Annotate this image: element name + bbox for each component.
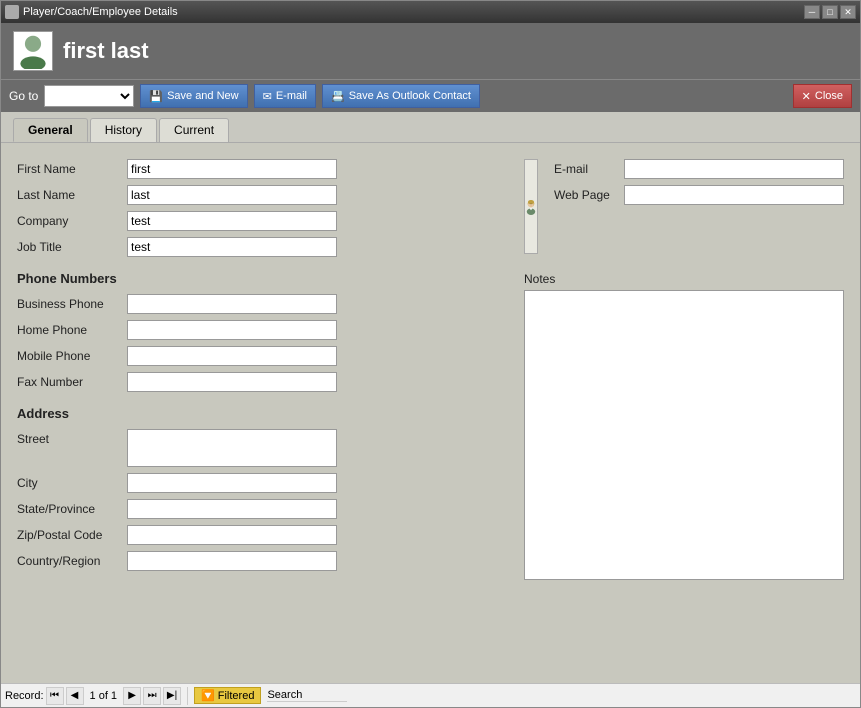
save-new-button[interactable]: 💾 Save and New xyxy=(140,84,247,108)
title-bar: Player/Coach/Employee Details ─ □ ✕ xyxy=(1,1,860,23)
close-label: Close xyxy=(815,90,843,102)
street-input[interactable] xyxy=(127,429,337,467)
notes-label: Notes xyxy=(524,272,844,286)
new-record-button[interactable]: ▶| xyxy=(163,687,181,705)
filtered-button[interactable]: 🔽 Filtered xyxy=(194,687,261,704)
status-bar: Record: ⏮ ◀ 1 of 1 ▶ ⏭ ▶| 🔽 Filtered xyxy=(1,683,860,707)
save-new-icon: 💾 xyxy=(149,90,163,103)
mobile-phone-input[interactable] xyxy=(127,346,337,366)
close-button[interactable]: ✕ Close xyxy=(793,84,852,108)
address-section-title: Address xyxy=(17,406,504,421)
last-name-row: Last Name xyxy=(17,185,504,205)
first-record-button[interactable]: ⏮ xyxy=(46,687,64,705)
outlook-icon: 📇 xyxy=(331,90,345,103)
search-input[interactable] xyxy=(267,689,347,702)
close-window-button[interactable]: ✕ xyxy=(840,5,856,19)
city-label: City xyxy=(17,476,127,490)
record-navigation: Record: ⏮ ◀ 1 of 1 ▶ ⏭ ▶| xyxy=(5,687,188,705)
email-input[interactable] xyxy=(624,159,844,179)
business-phone-row: Business Phone xyxy=(17,294,504,314)
header: first last xyxy=(1,23,860,79)
page-title: first last xyxy=(63,38,149,64)
business-phone-input[interactable] xyxy=(127,294,337,314)
street-label: Street xyxy=(17,429,127,446)
filter-icon: 🔽 xyxy=(201,689,215,702)
right-fields: E-mail Web Page xyxy=(554,159,844,252)
email-label: E-mail xyxy=(276,90,307,102)
goto-select[interactable] xyxy=(44,85,134,107)
notes-textarea[interactable] xyxy=(524,290,844,580)
form-right: E-mail Web Page Notes xyxy=(524,159,844,583)
tab-history[interactable]: History xyxy=(90,118,157,142)
state-input[interactable] xyxy=(127,499,337,519)
last-name-label: Last Name xyxy=(17,188,127,202)
email-row: E-mail xyxy=(554,159,844,179)
home-phone-row: Home Phone xyxy=(17,320,504,340)
country-label: Country/Region xyxy=(17,554,127,568)
prev-record-button[interactable]: ◀ xyxy=(66,687,84,705)
country-row: Country/Region xyxy=(17,551,504,571)
last-name-input[interactable] xyxy=(127,185,337,205)
email-icon: ✉ xyxy=(263,90,272,103)
company-row: Company xyxy=(17,211,504,231)
zip-label: Zip/Postal Code xyxy=(17,528,127,542)
record-label: Record: xyxy=(5,690,44,702)
mobile-phone-label: Mobile Phone xyxy=(17,349,127,363)
zip-input[interactable] xyxy=(127,525,337,545)
first-name-row: First Name xyxy=(17,159,504,179)
webpage-label: Web Page xyxy=(554,188,624,202)
city-row: City xyxy=(17,473,504,493)
state-label: State/Province xyxy=(17,502,127,516)
record-info: 1 of 1 xyxy=(86,690,122,702)
maximize-button[interactable]: □ xyxy=(822,5,838,19)
toolbar: Go to 💾 Save and New ✉ E-mail 📇 Save As … xyxy=(1,79,860,112)
fax-number-input[interactable] xyxy=(127,372,337,392)
job-title-row: Job Title xyxy=(17,237,504,257)
company-label: Company xyxy=(17,214,127,228)
job-title-input[interactable] xyxy=(127,237,337,257)
tab-general[interactable]: General xyxy=(13,118,88,142)
photo-box xyxy=(524,159,538,254)
webpage-input[interactable] xyxy=(624,185,844,205)
fax-number-row: Fax Number xyxy=(17,372,504,392)
zip-row: Zip/Postal Code xyxy=(17,525,504,545)
phone-section-title: Phone Numbers xyxy=(17,271,504,286)
save-outlook-button[interactable]: 📇 Save As Outlook Contact xyxy=(322,84,480,108)
country-input[interactable] xyxy=(127,551,337,571)
tab-current[interactable]: Current xyxy=(159,118,229,142)
person-icon xyxy=(13,31,53,71)
save-new-label: Save and New xyxy=(167,90,239,102)
goto-label: Go to xyxy=(9,89,38,103)
first-name-input[interactable] xyxy=(127,159,337,179)
email-button[interactable]: ✉ E-mail xyxy=(254,84,316,108)
business-phone-label: Business Phone xyxy=(17,297,127,311)
email-field-label: E-mail xyxy=(554,162,624,176)
webpage-row: Web Page xyxy=(554,185,844,205)
city-input[interactable] xyxy=(127,473,337,493)
job-title-label: Job Title xyxy=(17,240,127,254)
state-row: State/Province xyxy=(17,499,504,519)
form-area: First Name Last Name Company Job Title P… xyxy=(1,143,860,683)
first-name-label: First Name xyxy=(17,162,127,176)
street-row: Street xyxy=(17,429,504,467)
fax-number-label: Fax Number xyxy=(17,375,127,389)
window-controls: ─ □ ✕ xyxy=(804,5,856,19)
minimize-button[interactable]: ─ xyxy=(804,5,820,19)
next-record-button[interactable]: ▶ xyxy=(123,687,141,705)
home-phone-input[interactable] xyxy=(127,320,337,340)
form-left: First Name Last Name Company Job Title P… xyxy=(17,159,504,583)
company-input[interactable] xyxy=(127,211,337,231)
last-record-button[interactable]: ⏭ xyxy=(143,687,161,705)
home-phone-label: Home Phone xyxy=(17,323,127,337)
app-icon xyxy=(5,5,19,19)
mobile-phone-row: Mobile Phone xyxy=(17,346,504,366)
window-title: Player/Coach/Employee Details xyxy=(23,6,178,18)
filtered-label: Filtered xyxy=(218,690,255,702)
main-window: Player/Coach/Employee Details ─ □ ✕ firs… xyxy=(0,0,861,708)
save-outlook-label: Save As Outlook Contact xyxy=(349,90,471,102)
close-icon: ✕ xyxy=(802,90,811,103)
tabs-bar: General History Current xyxy=(1,112,860,143)
